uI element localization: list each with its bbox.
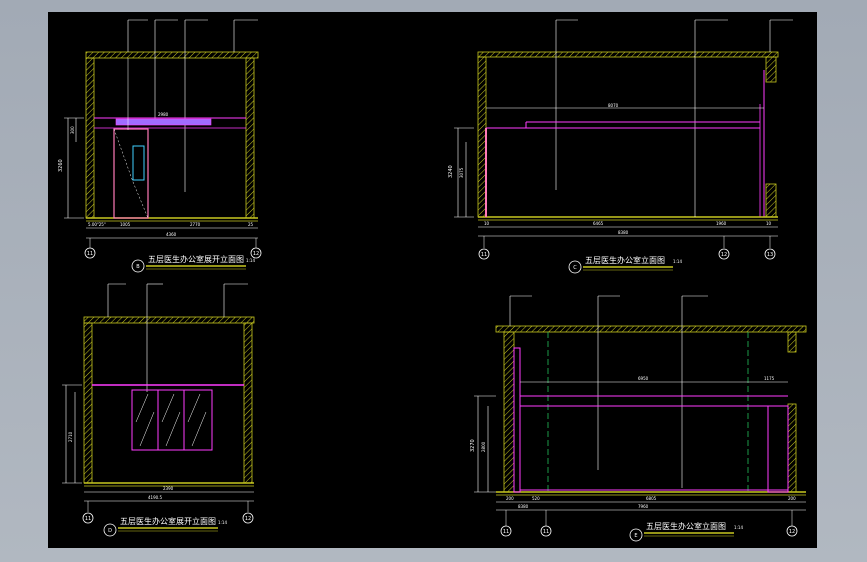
left-wall <box>477 56 487 218</box>
view-number-b: C <box>573 265 577 271</box>
dim-bottom-c-2: 2390 <box>163 486 174 491</box>
dim-bottom-total-c: 4190.5 <box>148 495 162 500</box>
view-number-d: E <box>634 533 637 539</box>
view-scale-d: 1:14 <box>734 525 743 530</box>
grid-label-right-d: 12 <box>789 529 795 535</box>
dim-bottom-total-a: 4360 <box>166 232 177 237</box>
ceiling-slab <box>83 316 255 324</box>
ceiling-slab <box>495 325 807 333</box>
view-number-c: D <box>108 528 112 534</box>
grid-label-mid-b: 12 <box>721 252 727 258</box>
dim-sub-total-d: 8380 <box>518 504 529 509</box>
view-scale-c: 1:14 <box>218 520 227 525</box>
grid-label-left-a: 11 <box>87 251 93 257</box>
elevation-view-b: 8070 3240 3075 10 6465 1960 10 8380 11 1… <box>448 19 793 274</box>
dim-left-c: 2710 <box>68 431 73 442</box>
left-wall <box>85 57 95 219</box>
right-wall <box>765 183 777 218</box>
dim-bottom-total-d: 7960 <box>638 504 649 509</box>
dim-top-d-2: 1175 <box>764 376 775 381</box>
grid-label-left-d: 11 <box>503 529 509 535</box>
dim-bottom-total-b: 8380 <box>618 230 629 235</box>
left-wall <box>83 322 93 484</box>
grid-label-right-a: 12 <box>253 251 259 257</box>
dim-left-d: 2800 <box>481 441 486 452</box>
dim-bottom-d-4: 200 <box>788 496 796 501</box>
cad-viewport[interactable]: 3260 300 2980 5.00"25" 1005 2770 25 4360… <box>0 0 867 562</box>
right-wall <box>787 403 797 493</box>
dim-height-total-a: 3260 <box>58 159 64 172</box>
dim-top-b: 8070 <box>608 103 619 108</box>
elevation-view-c: 2710 2390 4190.5 11 12 D 五层医生办公室展开立面图 1:… <box>62 283 255 537</box>
ceiling-slab <box>477 51 779 58</box>
view-title-c: 五层医生办公室展开立面图 <box>120 516 216 526</box>
curtain-box <box>513 347 521 493</box>
view-number-a: B <box>136 264 140 270</box>
elevation-view-d: 6950 1175 3270 2800 200 520 6805 200 838… <box>470 295 807 542</box>
dim-bottom-d-2: 520 <box>532 496 540 501</box>
drawing-svg: 3260 300 2980 5.00"25" 1005 2770 25 4360… <box>58 19 807 542</box>
dim-bottom-b-3: 1960 <box>716 221 727 226</box>
dim-top-a: 2980 <box>158 112 169 117</box>
dim-height-total-b: 3240 <box>448 165 454 178</box>
dim-bottom-a-3: 2770 <box>190 222 201 227</box>
drawing-sheet[interactable]: 3260 300 2980 5.00"25" 1005 2770 25 4360… <box>48 12 817 548</box>
grid-label-right-c: 12 <box>245 516 251 522</box>
dim-left-a: 300 <box>70 126 75 134</box>
dim-bottom-b-4: 10 <box>766 221 772 226</box>
right-wall <box>243 322 253 484</box>
grid-label-left-b: 11 <box>481 252 487 258</box>
view-scale-a: 1:14 <box>246 258 255 263</box>
left-wall <box>503 331 515 493</box>
view-title-b: 五层医生办公室立面图 <box>585 255 665 265</box>
dim-bottom-b-1: 10 <box>484 221 490 226</box>
view-scale-b: 1:14 <box>673 259 682 264</box>
cabinet <box>767 405 789 493</box>
grid-label-right-b: 13 <box>767 252 773 258</box>
door-glass <box>132 145 145 181</box>
grid-label-left-c: 11 <box>85 516 91 522</box>
elevation-view-a: 3260 300 2980 5.00"25" 1005 2770 25 4360… <box>58 19 262 273</box>
dim-left-b: 3075 <box>459 167 464 178</box>
dim-top-d: 6950 <box>638 376 649 381</box>
ceiling-slab <box>85 51 259 59</box>
dim-bottom-d-1: 200 <box>506 496 514 501</box>
dim-bottom-a-2: 1005 <box>120 222 131 227</box>
view-title-d: 五层医生办公室立面图 <box>646 521 726 531</box>
view-title-a: 五层医生办公室展开立面图 <box>148 254 244 264</box>
dim-bottom-a-1: 5.00"25" <box>88 222 106 227</box>
door-frame <box>113 128 149 219</box>
dim-height-total-d: 3270 <box>470 439 476 452</box>
dim-bottom-a-4: 25 <box>248 222 254 227</box>
grid-label-mid-d: 11 <box>543 529 549 535</box>
dim-bottom-d-3: 6805 <box>646 496 657 501</box>
dim-bottom-b-2: 6465 <box>593 221 604 226</box>
valance-band <box>115 118 212 126</box>
right-wall <box>245 57 255 219</box>
